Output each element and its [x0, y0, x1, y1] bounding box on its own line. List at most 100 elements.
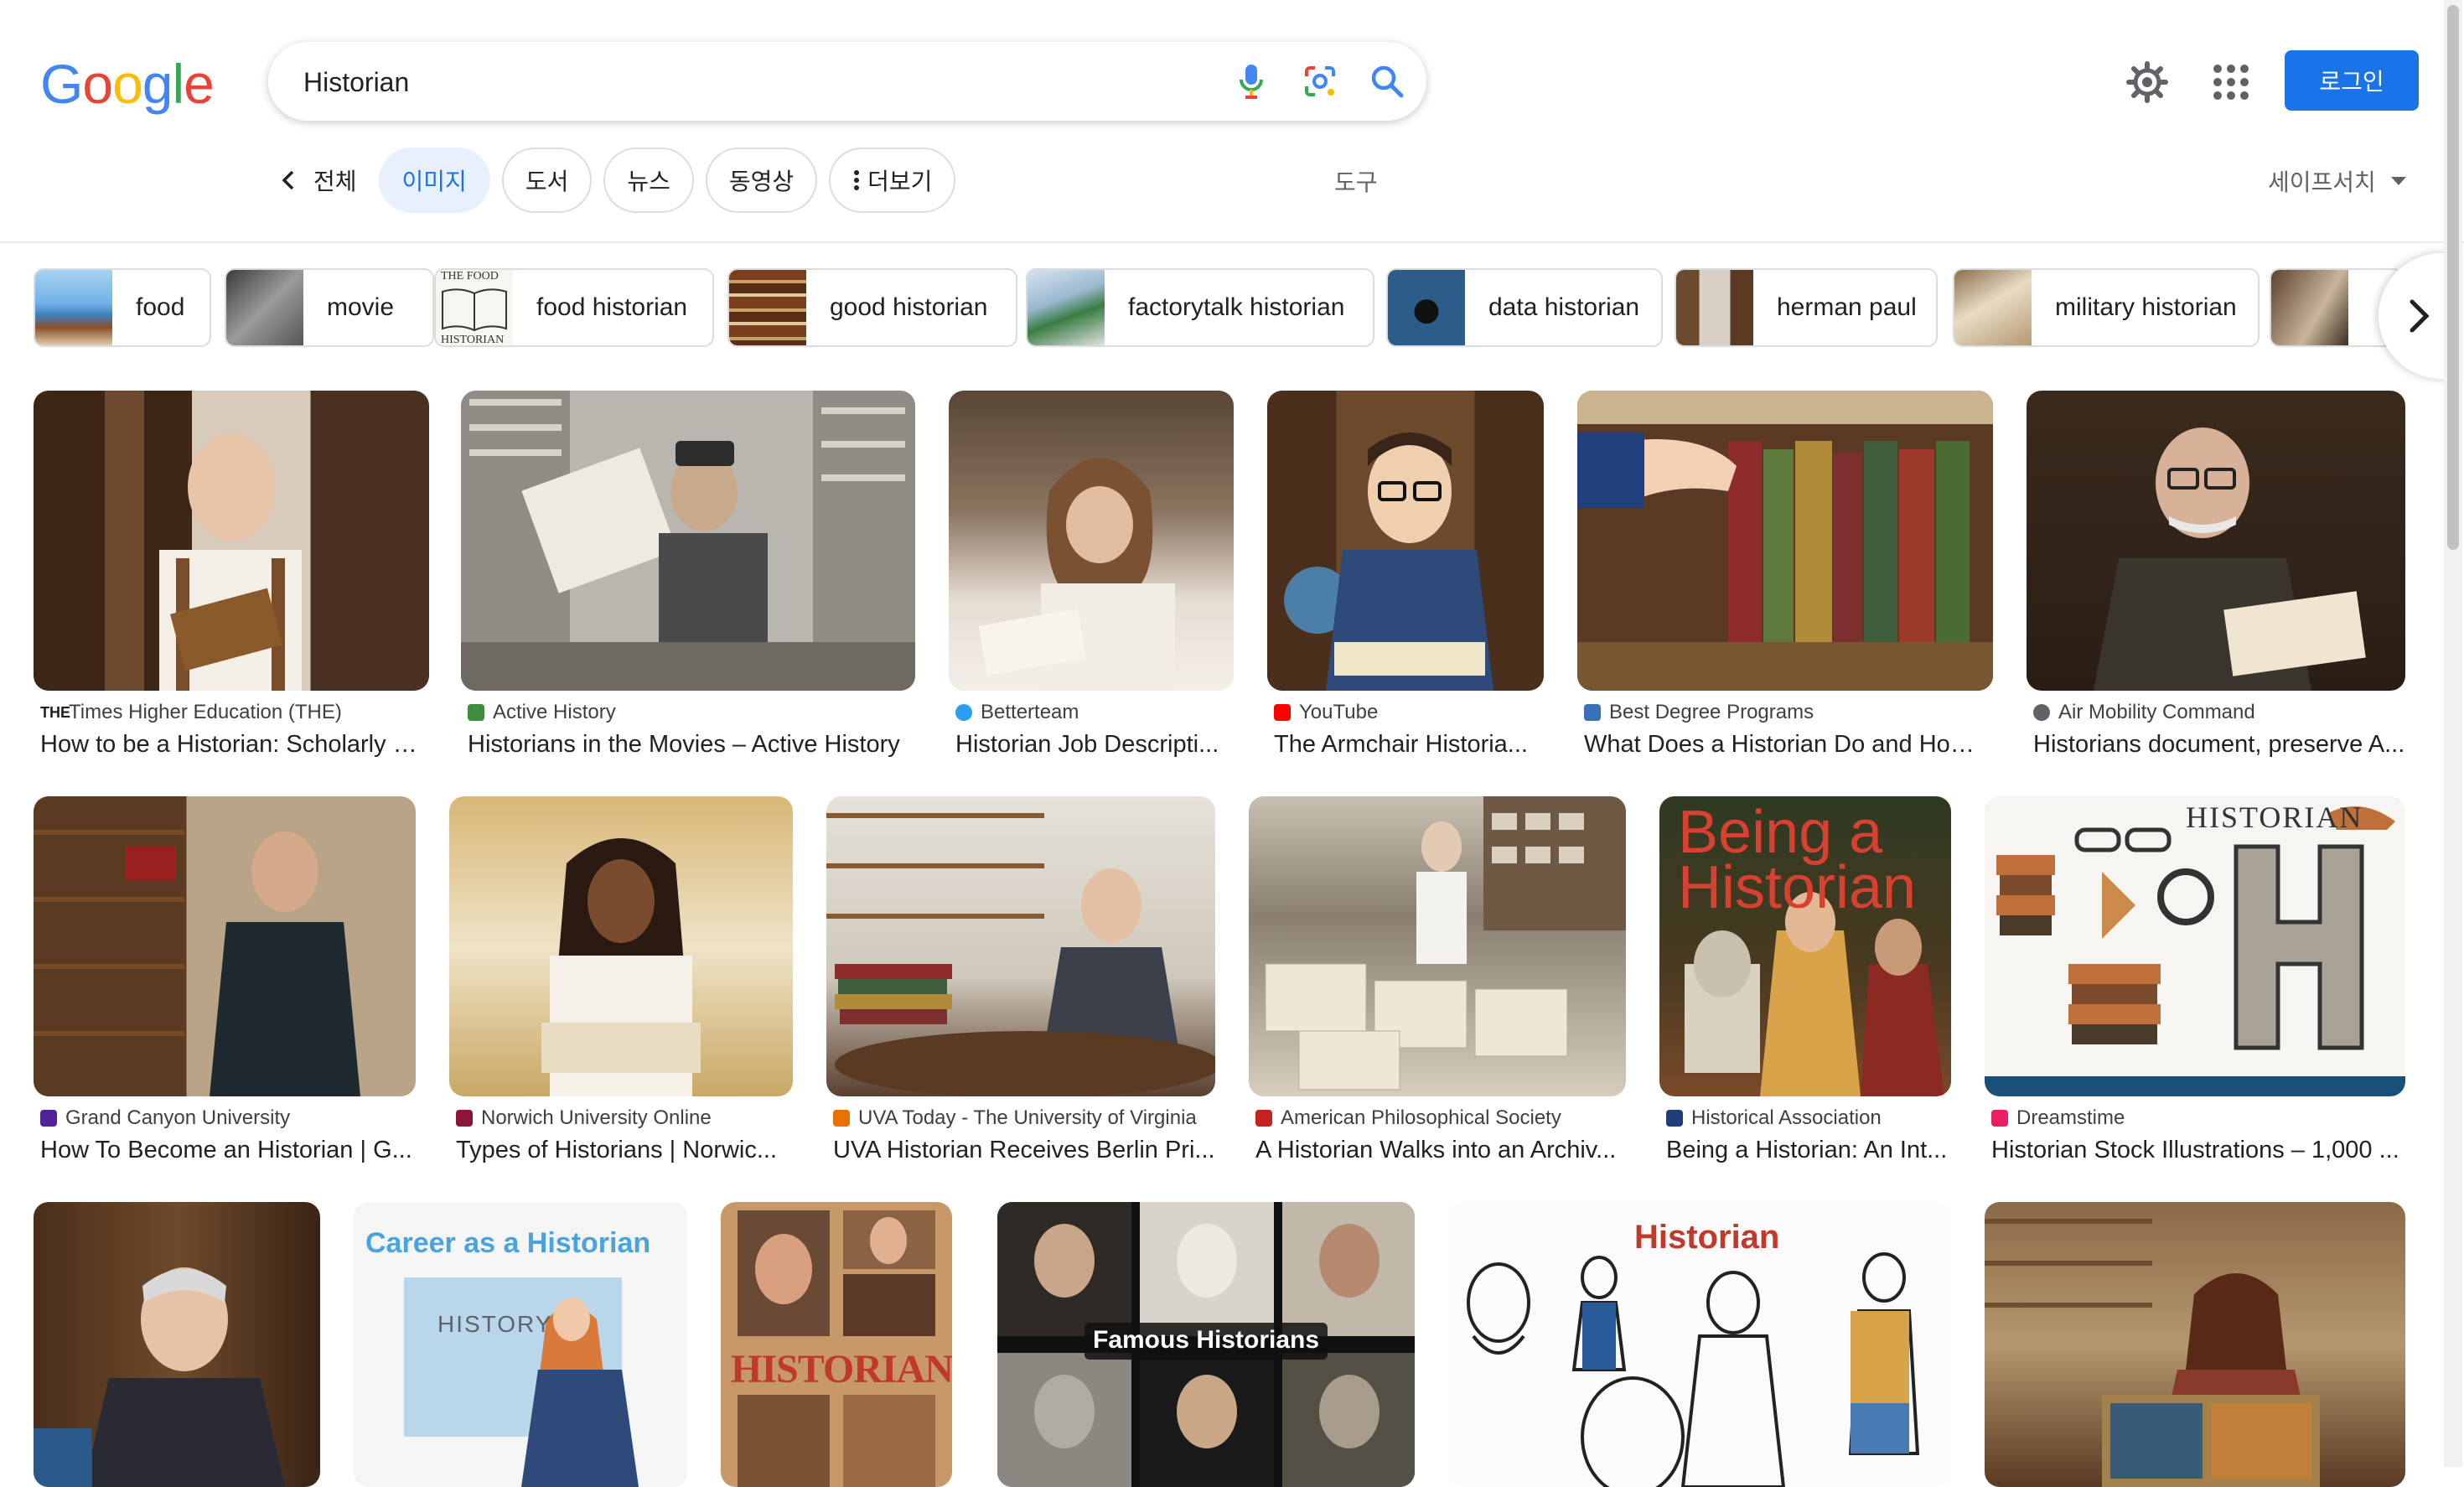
more-vert-icon: [854, 170, 860, 190]
chip-food-historian[interactable]: THE FOOD HISTORIAN food historian: [434, 268, 714, 347]
result-card[interactable]: UVA Today - The University of Virginia U…: [826, 796, 1215, 1182]
result-card[interactable]: Active History Historians in the Movies …: [461, 391, 915, 776]
result-thumbnail[interactable]: [1577, 391, 1993, 691]
result-card[interactable]: [34, 1202, 320, 1487]
result-thumbnail[interactable]: HISTORIAN: [1985, 796, 2405, 1096]
result-thumbnail[interactable]: [949, 391, 1234, 691]
page-scrollbar[interactable]: [2444, 0, 2462, 1467]
result-card[interactable]: HISTORIAN: [721, 1202, 952, 1487]
result-card[interactable]: [1985, 1202, 2405, 1487]
lens-camera-icon[interactable]: [1299, 60, 1341, 102]
result-title[interactable]: Historian Job Descripti...: [955, 731, 1232, 759]
result-title[interactable]: Types of Historians | Norwic...: [456, 1137, 791, 1164]
result-thumbnail[interactable]: [449, 796, 793, 1096]
source-name: Best Degree Programs: [1609, 701, 1814, 723]
result-thumbnail[interactable]: [461, 391, 915, 691]
chip-label: herman paul: [1777, 293, 1917, 321]
result-title[interactable]: Historians document, preserve A...: [2033, 731, 2407, 759]
safesearch-dropdown[interactable]: 세이프서치: [2268, 164, 2406, 198]
tab-news-label: 뉴스: [627, 168, 670, 194]
result-title[interactable]: What Does a Historian Do and How ...: [1584, 731, 1991, 759]
chip-good-historian[interactable]: good historian: [727, 268, 1017, 347]
result-thumbnail[interactable]: Career as a Historian HISTORY: [354, 1202, 687, 1487]
archive-table-illustration: [1265, 796, 1626, 1091]
result-title[interactable]: Historian Stock Illustrations – 1,000 ..…: [1991, 1137, 2405, 1164]
result-thumbnail[interactable]: Historian: [1448, 1202, 1951, 1487]
google-logo[interactable]: Google: [40, 52, 215, 116]
search-icon[interactable]: [1366, 60, 1408, 102]
result-thumbnail[interactable]: [826, 796, 1215, 1096]
apps-grid-icon[interactable]: [2208, 59, 2254, 106]
result-thumbnail[interactable]: [1985, 1202, 2405, 1487]
result-source: Historical Association: [1666, 1106, 1882, 1130]
result-source: American Philosophical Society: [1255, 1106, 1561, 1130]
chip-label: factorytalk historian: [1128, 293, 1345, 321]
tab-more[interactable]: 더보기: [829, 148, 956, 213]
chip-movie[interactable]: movie: [225, 268, 434, 347]
source-name: Betterteam: [981, 701, 1079, 723]
source-favicon: [1666, 1110, 1683, 1127]
result-card[interactable]: YouTube The Armchair Historia...: [1267, 391, 1544, 776]
chip-thumb-text-bottom: HISTORIAN: [441, 334, 505, 346]
result-thumbnail[interactable]: [34, 391, 429, 691]
tab-images[interactable]: 이미지: [378, 148, 490, 213]
result-card[interactable]: Grand Canyon University How To Become an…: [34, 796, 416, 1182]
result-title[interactable]: The Armchair Historia...: [1274, 731, 1544, 759]
tab-videos[interactable]: 동영상: [705, 148, 818, 213]
result-title[interactable]: Historians in the Movies – Active Histor…: [468, 731, 915, 759]
source-favicon: [1255, 1110, 1272, 1127]
chip-herman-paul[interactable]: herman paul: [1675, 268, 1938, 347]
result-card[interactable]: Norwich University Online Types of Histo…: [449, 796, 793, 1182]
login-button[interactable]: 로그인: [2285, 50, 2419, 111]
result-card[interactable]: HISTORIAN Dreamstime Historian Stock Ill…: [1985, 796, 2405, 1182]
result-thumbnail[interactable]: [2027, 391, 2405, 691]
source-name: Grand Canyon University: [65, 1106, 291, 1129]
result-card[interactable]: Historian: [1448, 1202, 1951, 1487]
result-title[interactable]: UVA Historian Receives Berlin Pri...: [833, 1137, 1215, 1164]
scrollbar-thumb[interactable]: [2447, 5, 2459, 550]
microphone-icon[interactable]: [1230, 60, 1272, 102]
chip-label: good historian: [830, 293, 988, 321]
result-thumbnail[interactable]: [1249, 796, 1626, 1096]
tab-books[interactable]: 도서: [501, 148, 593, 213]
chip-food[interactable]: food: [34, 268, 211, 347]
result-source: YouTube: [1274, 701, 1378, 724]
tab-all[interactable]: 전체: [268, 148, 367, 213]
result-card[interactable]: Career as a Historian HISTORY: [354, 1202, 687, 1487]
result-thumbnail[interactable]: Being a Historian: [1659, 796, 1951, 1096]
chip-factorytalk-historian[interactable]: factorytalk historian: [1026, 268, 1374, 347]
chip-military-historian[interactable]: military historian: [1953, 268, 2260, 347]
result-thumbnail[interactable]: HISTORIAN: [721, 1202, 952, 1487]
settings-gear-icon[interactable]: [2124, 59, 2171, 106]
result-title[interactable]: How to be a Historian: Scholarly P...: [40, 731, 422, 759]
tools-button[interactable]: 도구: [1334, 164, 1378, 198]
result-thumbnail[interactable]: [1267, 391, 1544, 691]
chip-more[interactable]: [2270, 268, 2397, 347]
source-name: Historical Association: [1691, 1106, 1882, 1129]
result-thumbnail[interactable]: [34, 1202, 320, 1487]
result-card[interactable]: Air Mobility Command Historians document…: [2027, 391, 2405, 776]
result-card[interactable]: Betterteam Historian Job Descripti...: [949, 391, 1234, 776]
result-thumbnail[interactable]: [34, 796, 416, 1096]
safesearch-label: 세이프서치: [2268, 169, 2376, 195]
header: Google 로그인 전체 이미지 도서 뉴스 동영상 더보기 도구: [0, 0, 2464, 243]
chip-label: movie: [327, 293, 395, 321]
result-source: THE Times Higher Education (THE): [40, 701, 342, 724]
chip-data-historian[interactable]: data historian: [1386, 268, 1663, 347]
result-thumbnail[interactable]: Famous Historians: [997, 1202, 1415, 1487]
chevron-left-icon: [282, 170, 294, 190]
result-card[interactable]: Being a Historian Historical Association…: [1659, 796, 1951, 1182]
result-card[interactable]: THE Times Higher Education (THE) How to b…: [34, 391, 429, 776]
result-title[interactable]: How To Become an Historian | G...: [40, 1137, 414, 1164]
tab-news[interactable]: 뉴스: [603, 148, 694, 213]
result-title[interactable]: A Historian Walks into an Archiv...: [1255, 1137, 1626, 1164]
result-title[interactable]: Being a Historian: An Int...: [1666, 1137, 1951, 1164]
result-card[interactable]: Famous Historians: [997, 1202, 1415, 1487]
source-name: Dreamstime: [2016, 1106, 2125, 1129]
source-name: YouTube: [1299, 701, 1379, 723]
chip-thumbnail: [1676, 270, 1753, 345]
movie-poster-illustration: [738, 1210, 935, 1487]
search-input[interactable]: [302, 42, 1143, 122]
result-card[interactable]: Best Degree Programs What Does a Histori…: [1577, 391, 1993, 776]
result-card[interactable]: American Philosophical Society A Histori…: [1249, 796, 1626, 1182]
